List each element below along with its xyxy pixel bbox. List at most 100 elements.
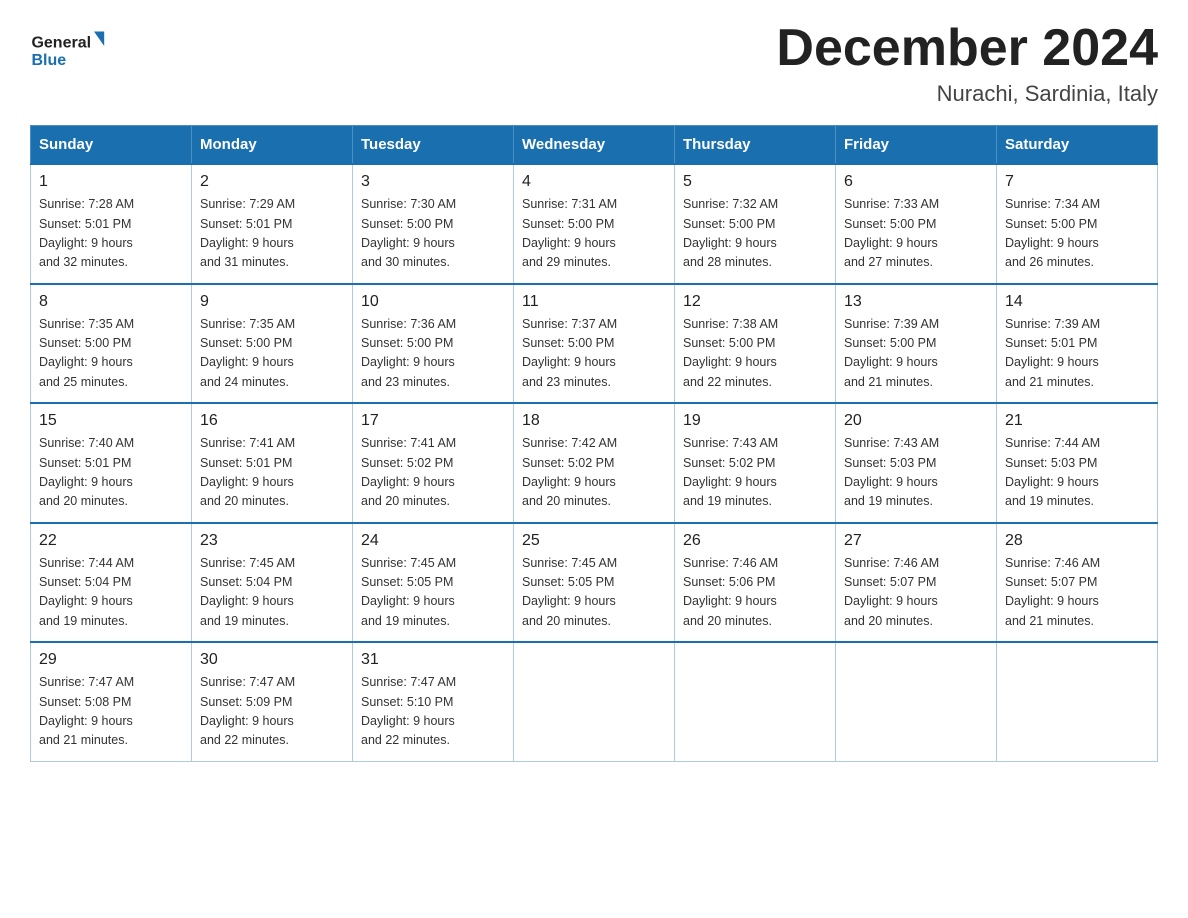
day-info: Sunrise: 7:28 AMSunset: 5:01 PMDaylight:… [39, 195, 183, 273]
day-number: 27 [844, 532, 988, 550]
calendar-cell: 1 Sunrise: 7:28 AMSunset: 5:01 PMDaylight… [31, 164, 192, 284]
day-number: 1 [39, 173, 183, 191]
day-info: Sunrise: 7:44 AMSunset: 5:04 PMDaylight:… [39, 554, 183, 632]
calendar-cell: 26 Sunrise: 7:46 AMSunset: 5:06 PMDayligh… [675, 523, 836, 643]
day-info: Sunrise: 7:30 AMSunset: 5:00 PMDaylight:… [361, 195, 505, 273]
day-number: 29 [39, 651, 183, 669]
day-info: Sunrise: 7:35 AMSunset: 5:00 PMDaylight:… [200, 315, 344, 393]
day-info: Sunrise: 7:42 AMSunset: 5:02 PMDaylight:… [522, 434, 666, 512]
weekday-header-tuesday: Tuesday [353, 126, 514, 165]
day-info: Sunrise: 7:43 AMSunset: 5:02 PMDaylight:… [683, 434, 827, 512]
calendar-cell: 17Sunrise: 7:41 AMSunset: 5:02 PMDayligh… [353, 403, 514, 523]
day-number: 15 [39, 412, 183, 430]
day-number: 17 [361, 412, 505, 430]
calendar-week-row: 1 Sunrise: 7:28 AMSunset: 5:01 PMDaylight… [31, 164, 1158, 284]
day-number: 31 [361, 651, 505, 669]
calendar-cell: 31 Sunrise: 7:47 AMSunset: 5:10 PMDayligh… [353, 642, 514, 761]
month-title: December 2024 [776, 20, 1158, 77]
day-info: Sunrise: 7:39 AMSunset: 5:00 PMDaylight:… [844, 315, 988, 393]
day-info: Sunrise: 7:29 AMSunset: 5:01 PMDaylight:… [200, 195, 344, 273]
day-info: Sunrise: 7:38 AMSunset: 5:00 PMDaylight:… [683, 315, 827, 393]
day-number: 24 [361, 532, 505, 550]
calendar-cell: 6 Sunrise: 7:33 AMSunset: 5:00 PMDaylight… [836, 164, 997, 284]
calendar-week-row: 15 Sunrise: 7:40 AMSunset: 5:01 PMDayligh… [31, 403, 1158, 523]
day-info: Sunrise: 7:41 AMSunset: 5:01 PMDaylight:… [200, 434, 344, 512]
calendar-cell [675, 642, 836, 761]
day-number: 16 [200, 412, 344, 430]
svg-text:General: General [31, 35, 91, 52]
day-info: Sunrise: 7:46 AMSunset: 5:07 PMDaylight:… [844, 554, 988, 632]
calendar-cell: 29 Sunrise: 7:47 AMSunset: 5:08 PMDayligh… [31, 642, 192, 761]
day-info: Sunrise: 7:34 AMSunset: 5:00 PMDaylight:… [1005, 195, 1149, 273]
calendar-cell: 18 Sunrise: 7:42 AMSunset: 5:02 PMDayligh… [514, 403, 675, 523]
calendar-cell: 11Sunrise: 7:37 AMSunset: 5:00 PMDayligh… [514, 284, 675, 404]
day-info: Sunrise: 7:31 AMSunset: 5:00 PMDaylight:… [522, 195, 666, 273]
day-number: 6 [844, 173, 988, 191]
weekday-header-thursday: Thursday [675, 126, 836, 165]
calendar-cell: 15 Sunrise: 7:40 AMSunset: 5:01 PMDayligh… [31, 403, 192, 523]
day-number: 22 [39, 532, 183, 550]
calendar-cell: 27 Sunrise: 7:46 AMSunset: 5:07 PMDayligh… [836, 523, 997, 643]
weekday-header-saturday: Saturday [997, 126, 1158, 165]
day-number: 4 [522, 173, 666, 191]
logo: General Blue [30, 20, 110, 75]
day-number: 30 [200, 651, 344, 669]
day-number: 8 [39, 293, 183, 311]
day-number: 21 [1005, 412, 1149, 430]
calendar-table: SundayMondayTuesdayWednesdayThursdayFrid… [30, 125, 1158, 762]
weekday-header-monday: Monday [192, 126, 353, 165]
weekday-header-row: SundayMondayTuesdayWednesdayThursdayFrid… [31, 126, 1158, 165]
day-number: 20 [844, 412, 988, 430]
location: Nurachi, Sardinia, Italy [776, 81, 1158, 107]
day-info: Sunrise: 7:33 AMSunset: 5:00 PMDaylight:… [844, 195, 988, 273]
day-info: Sunrise: 7:43 AMSunset: 5:03 PMDaylight:… [844, 434, 988, 512]
calendar-cell: 12Sunrise: 7:38 AMSunset: 5:00 PMDayligh… [675, 284, 836, 404]
calendar-cell: 3Sunrise: 7:30 AMSunset: 5:00 PMDaylight… [353, 164, 514, 284]
calendar-cell: 23 Sunrise: 7:45 AMSunset: 5:04 PMDayligh… [192, 523, 353, 643]
day-info: Sunrise: 7:32 AMSunset: 5:00 PMDaylight:… [683, 195, 827, 273]
calendar-cell [836, 642, 997, 761]
day-number: 18 [522, 412, 666, 430]
calendar-cell: 24 Sunrise: 7:45 AMSunset: 5:05 PMDayligh… [353, 523, 514, 643]
day-info: Sunrise: 7:47 AMSunset: 5:09 PMDaylight:… [200, 673, 344, 751]
day-number: 11 [522, 293, 666, 311]
calendar-cell [514, 642, 675, 761]
day-number: 23 [200, 532, 344, 550]
title-section: December 2024 Nurachi, Sardinia, Italy [776, 20, 1158, 107]
day-number: 10 [361, 293, 505, 311]
calendar-cell: 25 Sunrise: 7:45 AMSunset: 5:05 PMDayligh… [514, 523, 675, 643]
day-number: 9 [200, 293, 344, 311]
day-number: 14 [1005, 293, 1149, 311]
calendar-cell: 4 Sunrise: 7:31 AMSunset: 5:00 PMDaylight… [514, 164, 675, 284]
calendar-cell: 7Sunrise: 7:34 AMSunset: 5:00 PMDaylight… [997, 164, 1158, 284]
calendar-week-row: 8 Sunrise: 7:35 AMSunset: 5:00 PMDaylight… [31, 284, 1158, 404]
day-info: Sunrise: 7:36 AMSunset: 5:00 PMDaylight:… [361, 315, 505, 393]
day-info: Sunrise: 7:39 AMSunset: 5:01 PMDaylight:… [1005, 315, 1149, 393]
day-info: Sunrise: 7:40 AMSunset: 5:01 PMDaylight:… [39, 434, 183, 512]
day-number: 13 [844, 293, 988, 311]
calendar-week-row: 22 Sunrise: 7:44 AMSunset: 5:04 PMDayligh… [31, 523, 1158, 643]
weekday-header-sunday: Sunday [31, 126, 192, 165]
calendar-week-row: 29 Sunrise: 7:47 AMSunset: 5:08 PMDayligh… [31, 642, 1158, 761]
weekday-header-wednesday: Wednesday [514, 126, 675, 165]
day-info: Sunrise: 7:47 AMSunset: 5:08 PMDaylight:… [39, 673, 183, 751]
day-info: Sunrise: 7:46 AMSunset: 5:07 PMDaylight:… [1005, 554, 1149, 632]
calendar-cell: 14 Sunrise: 7:39 AMSunset: 5:01 PMDayligh… [997, 284, 1158, 404]
day-info: Sunrise: 7:45 AMSunset: 5:04 PMDaylight:… [200, 554, 344, 632]
calendar-cell: 21Sunrise: 7:44 AMSunset: 5:03 PMDayligh… [997, 403, 1158, 523]
day-number: 26 [683, 532, 827, 550]
day-info: Sunrise: 7:47 AMSunset: 5:10 PMDaylight:… [361, 673, 505, 751]
calendar-cell: 8Sunrise: 7:35 AMSunset: 5:00 PMDaylight… [31, 284, 192, 404]
calendar-cell: 16 Sunrise: 7:41 AMSunset: 5:01 PMDayligh… [192, 403, 353, 523]
day-number: 2 [200, 173, 344, 191]
day-number: 25 [522, 532, 666, 550]
day-number: 5 [683, 173, 827, 191]
calendar-cell: 13 Sunrise: 7:39 AMSunset: 5:00 PMDayligh… [836, 284, 997, 404]
day-info: Sunrise: 7:46 AMSunset: 5:06 PMDaylight:… [683, 554, 827, 632]
calendar-cell: 22 Sunrise: 7:44 AMSunset: 5:04 PMDayligh… [31, 523, 192, 643]
calendar-cell [997, 642, 1158, 761]
day-info: Sunrise: 7:45 AMSunset: 5:05 PMDaylight:… [361, 554, 505, 632]
day-info: Sunrise: 7:45 AMSunset: 5:05 PMDaylight:… [522, 554, 666, 632]
svg-text:Blue: Blue [31, 52, 66, 69]
day-number: 19 [683, 412, 827, 430]
